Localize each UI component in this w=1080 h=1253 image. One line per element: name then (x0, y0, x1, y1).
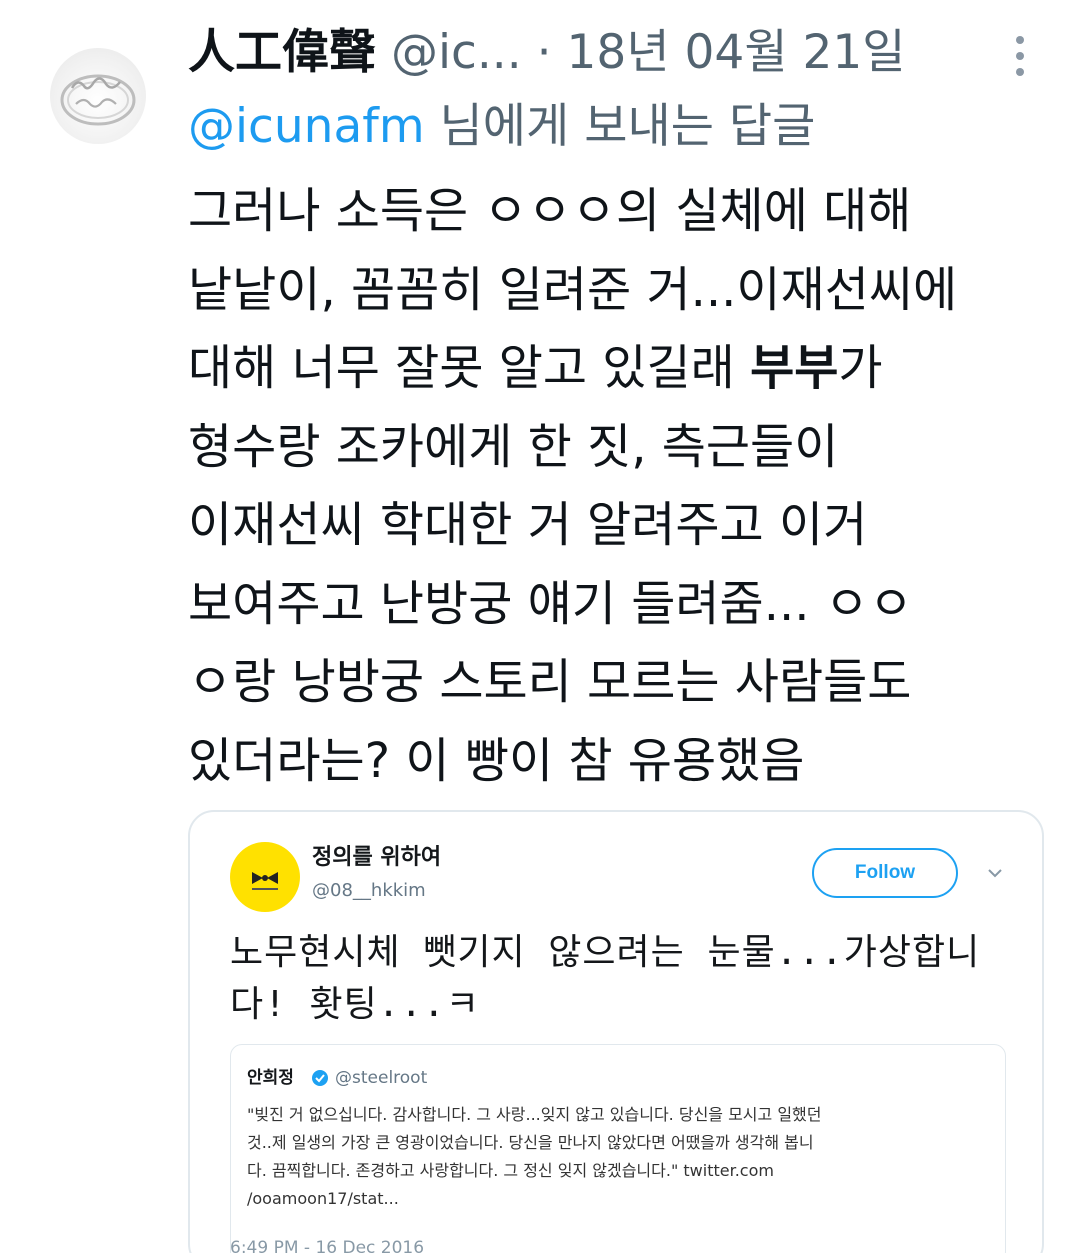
embed-avatar (230, 842, 300, 912)
separator: · (536, 25, 552, 80)
inner-quoted-tweet: 안희정 @steelroot "빚진 거 없으십니다. 감사합니다. 그 사랑.… (230, 1044, 1006, 1253)
embed-timestamp: 6:49 PM - 16 Dec 2016 (230, 1238, 425, 1253)
embed-handle: @08__hkkim (312, 880, 426, 901)
tweet-line: 그러나 소득은 ㅇㅇㅇ의 실체에 대해 (188, 183, 912, 239)
tweet-line: 이재선씨 학대한 거 알려주고 이거 (188, 497, 868, 553)
tweet-text-segment: 대해 너무 잘못 알고 있길래 (188, 340, 751, 396)
tweet-line: ㅇ랑 낭방궁 스토리 모르는 사람들도 (188, 654, 912, 710)
tweet-bold-text: 부부 (750, 340, 839, 396)
display-name[interactable]: 人工偉聲 (188, 25, 376, 80)
tweet-line: 보여주고 난방궁 얘기 들려줌... ㅇㅇ (188, 575, 914, 632)
tweet-line: 있더라는? 이 빵이 참 유용했음 (188, 732, 805, 789)
verified-badge-icon (312, 1070, 328, 1086)
embed-tweet-text: 노무현시체 뺏기지 않으려는 눈물...가상합니 다! 홧팅...ㅋ (230, 927, 1020, 1031)
tweet-header: 人工偉聲 @ic... · 18년 04월 21일 (188, 22, 1008, 84)
inner-handle: @steelroot (335, 1068, 428, 1088)
more-vertical-icon[interactable] (1008, 36, 1032, 76)
tweet-text-segment: 가 (838, 340, 883, 396)
embed-text-line: 노무현시체 뺏기지 않으려는 눈물...가상합니 (230, 932, 981, 973)
reply-context: @icunafm 님에게 보내는 답글 (188, 96, 1048, 158)
user-avatar[interactable] (50, 48, 146, 144)
tweet-line: 대해 너무 잘못 알고 있길래 부부가 (188, 329, 1048, 408)
inner-text-line: 것..제 일생의 가장 큰 영광이었습니다. 당신을 만나지 않았다면 어땠을까… (247, 1133, 814, 1152)
inner-text-line: /ooamoon17/stat... (247, 1189, 399, 1208)
attached-screenshot-image[interactable]: 정의를 위하여 @08__hkkim Follow 노무현시체 뺏기지 않으려는… (188, 810, 1044, 1253)
embed-text-line: 다! 홧팅...ㅋ (230, 984, 480, 1025)
inner-display-name: 안희정 (247, 1068, 294, 1088)
embed-display-name: 정의를 위하여 (312, 845, 442, 870)
reply-context-text: 님에게 보내는 답글 (424, 99, 816, 154)
reply-mention-link[interactable]: @icunafm (188, 99, 425, 154)
tweet-body: 그러나 소득은 ㅇㅇㅇ의 실체에 대해 낱낱이, 꼼꼼히 일려준 거...이재선… (188, 172, 1048, 800)
tweet-line: 형수랑 조카에게 한 짓, 측근들이 (188, 418, 839, 475)
chevron-down-icon (988, 869, 1002, 878)
follow-button: Follow (812, 848, 958, 898)
user-handle[interactable]: @ic... (391, 25, 522, 80)
tweet[interactable]: 人工偉聲 @ic... · 18년 04월 21일 @icunafm 님에게 보… (0, 0, 1080, 1253)
ring-avatar-icon (60, 74, 136, 126)
bow-logo-icon (252, 872, 278, 890)
inner-text-line: 다. 끔찍합니다. 존경하고 사랑합니다. 그 정신 잊지 않겠습니다." tw… (247, 1161, 774, 1180)
inner-tweet-text: "빚진 거 없으십니다. 감사합니다. 그 사랑...잊지 않고 있습니다. 당… (247, 1101, 997, 1213)
tweet-date[interactable]: 18년 04월 21일 (567, 25, 906, 80)
tweet-line: 낱낱이, 꼼꼼히 일려준 거...이재선씨에 (188, 261, 958, 318)
inner-text-line: "빚진 거 없으십니다. 감사합니다. 그 사랑...잊지 않고 있습니다. 당… (247, 1105, 822, 1124)
